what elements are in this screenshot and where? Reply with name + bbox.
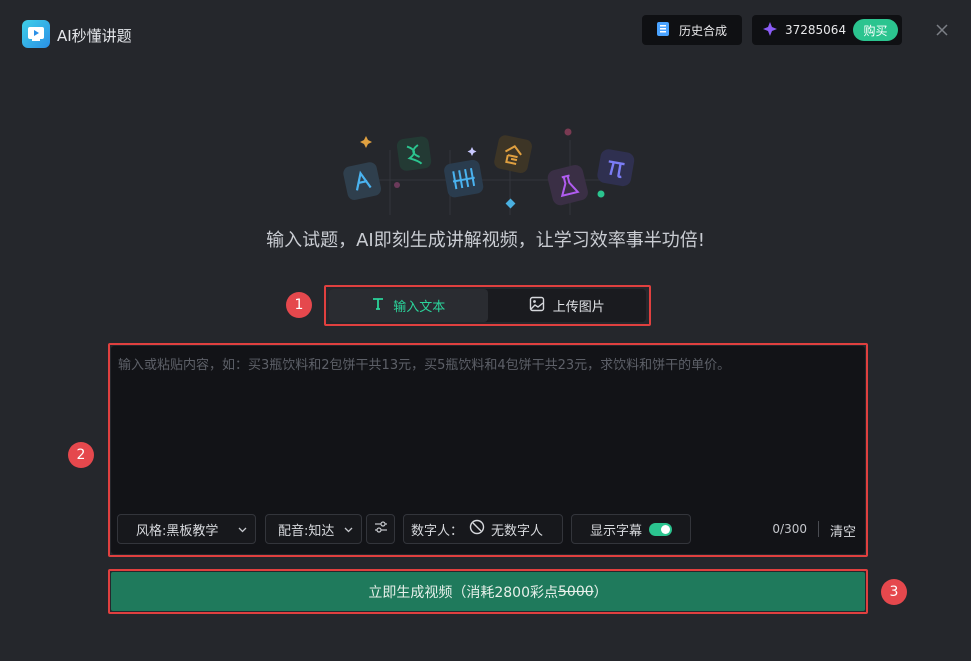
- voice-settings-button[interactable]: [366, 514, 395, 544]
- buy-button[interactable]: 购买: [853, 19, 898, 41]
- subject-icons-illustration: [330, 120, 650, 220]
- style-select-value: 风格:黑板教学: [136, 523, 219, 539]
- style-select[interactable]: 风格:黑板教学: [117, 514, 256, 544]
- sparkle-icon: [360, 136, 372, 148]
- history-label: 历史合成: [679, 23, 728, 38]
- text-icon: [371, 297, 385, 315]
- diamond-icon: [762, 21, 778, 40]
- chinese-char-icon: [494, 135, 532, 174]
- annotation-badge-1: 1: [286, 292, 312, 318]
- generate-label: 立即生成视频（消耗2800彩点: [368, 584, 558, 601]
- sparkle-icon: [467, 147, 477, 156]
- tab-input-text[interactable]: 输入文本: [329, 289, 488, 322]
- subtitle-toggle[interactable]: [649, 522, 673, 536]
- chemistry-icon: [396, 136, 432, 171]
- app-logo-icon: [22, 20, 50, 48]
- tab-label: 上传图片: [552, 300, 605, 315]
- flask-icon: [547, 164, 588, 206]
- history-button[interactable]: 历史合成: [642, 15, 742, 45]
- tab-upload-image[interactable]: 上传图片: [488, 289, 647, 322]
- voice-select[interactable]: 配音:知达: [265, 514, 362, 544]
- pi-icon: [597, 149, 635, 187]
- no-entry-icon: [469, 519, 485, 539]
- subtitle-label: 显示字幕: [590, 523, 643, 539]
- points-value: 37285064: [785, 23, 847, 37]
- divider: [818, 521, 819, 537]
- chevron-down-icon: [238, 522, 247, 537]
- close-icon[interactable]: [933, 21, 951, 39]
- clear-button[interactable]: 清空: [830, 521, 856, 540]
- digital-human-value: 无数字人: [491, 523, 544, 539]
- question-editor: 风格:黑板教学 配音:知达 数字人： 无数字人: [111, 346, 865, 554]
- generate-video-button[interactable]: 立即生成视频（消耗2800彩点 5000）: [111, 572, 865, 611]
- image-icon: [529, 296, 545, 316]
- annotation-badge-3: 3: [881, 579, 907, 605]
- subtitle-toggle-control[interactable]: 显示字幕: [571, 514, 691, 544]
- voice-select-value: 配音:知达: [278, 523, 335, 539]
- app-title: AI秒懂讲题: [57, 27, 132, 45]
- original-cost: 5000: [558, 583, 594, 600]
- points-display: 37285064 购买: [752, 15, 902, 45]
- diamond-dot-icon: [505, 198, 516, 209]
- geometry-icon: [343, 162, 382, 200]
- annotation-badge-2: 2: [68, 442, 94, 468]
- digital-human-label: 数字人：: [411, 523, 464, 539]
- digital-human-select[interactable]: 数字人： 无数字人: [403, 514, 563, 544]
- question-input[interactable]: [118, 354, 856, 504]
- char-counter: 0/300: [772, 522, 807, 536]
- sliders-icon: [374, 520, 388, 538]
- input-mode-tabs: 输入文本 上传图片: [329, 289, 646, 322]
- abacus-icon: [444, 159, 484, 198]
- tagline: 输入试题，AI即刻生成讲解视频，让学习效率事半功倍!: [266, 230, 705, 251]
- chevron-down-icon: [344, 522, 353, 537]
- history-icon: [655, 21, 671, 40]
- generate-label-end: ）: [593, 584, 608, 601]
- tab-label: 输入文本: [393, 300, 446, 315]
